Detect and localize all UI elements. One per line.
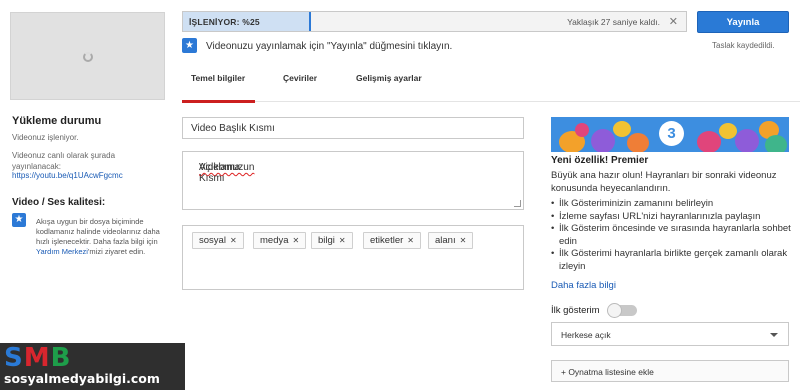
resize-handle[interactable] [514,200,521,207]
remove-tag-icon[interactable]: ✕ [407,236,414,245]
description-textarea[interactable]: Videomuzun Açıklama Kısmı [182,151,524,210]
visibility-dropdown[interactable]: Herkese açık [551,322,789,346]
hint-star: ★ [182,38,197,56]
premiere-title: Yeni özellik! Premier [551,155,649,166]
publish-button[interactable]: Yayınla [697,11,789,33]
video-url-link[interactable]: https://youtu.be/q1UAcwFgcmc [12,171,123,180]
remove-tag-icon[interactable]: ✕ [293,236,300,245]
tag-label: alanı [435,235,456,246]
add-to-playlist-button[interactable]: + Oynatma listesine ekle [551,360,789,382]
visibility-selected: Herkese açık [561,330,611,340]
publish-hint: Videonuzu yayınlamak için "Yayınla" düğm… [206,41,453,52]
close-icon[interactable]: ✕ [669,15,678,28]
cartoon-fan [591,129,615,152]
cartoon-fan [627,133,649,152]
tag-chip[interactable]: etiketler ✕ [363,232,421,249]
title-value: Video Başlık Kısmı [191,123,275,134]
premiere-feature-list: İlk Gösteriminizin zamanını belirleyin İ… [551,198,796,273]
logo-letter-m: M [23,343,51,373]
tag-chip[interactable]: medya ✕ [253,232,307,249]
active-tab-indicator [182,100,255,103]
tag-label: etiketler [370,235,404,246]
premiere-banner: 3 [551,117,789,152]
cartoon-fan [613,121,631,137]
remove-tag-icon[interactable]: ✕ [339,236,346,245]
tag-label: bilgi [318,235,335,246]
help-center-link[interactable]: Yardım Merkezi [36,247,88,256]
tab-translations[interactable]: Çeviriler [283,73,317,83]
tag-label: sosyal [199,235,226,246]
toggle-knob[interactable] [607,303,622,318]
logo-letter-s: S [4,343,24,373]
quality-title: Video / Ses kalitesi: [12,197,106,208]
tag-chip[interactable]: sosyal ✕ [192,232,244,249]
draft-status: Taslak kaydedildi. [712,41,775,50]
progress-edge [308,12,311,31]
watermark-logo: SMB [4,344,71,372]
progress-eta: Yaklaşık 27 saniye kaldı. [567,17,660,27]
list-item: İlk Gösterimi hayranlarla birlikte gerçe… [551,248,796,273]
loading-spinner-icon [83,52,93,62]
premiere-intro: Büyük ana hazır olun! Hayranları bir son… [551,170,777,194]
list-item: İzleme sayfası URL'nizi hayranlarınızla … [551,211,796,224]
playlist-button-label: + Oynatma listesine ekle [561,367,654,377]
star-icon: ★ [182,38,197,53]
remove-tag-icon[interactable]: ✕ [460,236,467,245]
quality-text-2: 'mizi ziyaret edin. [87,247,146,256]
description-rest: Açıklama Kısmı [199,162,241,184]
live-url-caption: Videonuz canlı olarak şurada yayınlanaca… [12,151,116,171]
tags-input[interactable]: sosyal ✕ medya ✕ bilgi ✕ etiketler ✕ alanı ✕ [182,225,524,290]
premiere-toggle-label: İlk gösterim [551,305,600,316]
upload-status-title: Yükleme durumu [12,115,102,127]
upload-status-text: Videonuz işleniyor. [12,133,79,142]
tag-chip[interactable]: alanı ✕ [428,232,474,249]
video-thumbnail [10,12,165,100]
list-item: İlk Gösteriminizin zamanını belirleyin [551,198,796,211]
cartoon-fan [719,123,737,139]
tag-label: medya [260,235,289,246]
progress-label: İŞLENİYOR: %25 [189,17,260,27]
processing-progress-bar: İŞLENİYOR: %25 Yaklaşık 27 saniye kaldı.… [182,11,687,32]
title-input[interactable]: Video Başlık Kısmı [182,117,524,139]
cartoon-fan [697,131,721,152]
tab-bar: Temel bilgiler Çeviriler Gelişmiş ayarla… [182,60,800,103]
learn-more-link[interactable]: Daha fazla bilgi [551,280,616,291]
star-icon: ★ [12,213,26,227]
chevron-down-icon [770,333,778,337]
quality-info: ★ Akışa uygun bir dosya biçiminde kodlam… [12,213,162,256]
list-item: İlk Gösterim öncesinde ve sırasında hayr… [551,223,796,248]
tab-basic-info[interactable]: Temel bilgiler [191,73,245,83]
cartoon-fan [765,135,787,152]
premiere-toggle[interactable] [607,303,637,318]
watermark-url: sosyalmedyabilgi.com [4,371,160,386]
quality-text-1: Akışa uygun bir dosya biçiminde kodlaman… [36,217,160,246]
countdown-number: 3 [659,121,684,146]
remove-tag-icon[interactable]: ✕ [230,236,237,245]
tab-advanced-settings[interactable]: Gelişmiş ayarlar [356,73,422,83]
quality-text: Akışa uygun bir dosya biçiminde kodlaman… [36,217,164,257]
cartoon-fan [735,129,759,152]
logo-letter-b: B [50,343,72,373]
cartoon-fan [575,123,589,137]
tag-chip[interactable]: bilgi ✕ [311,232,353,249]
